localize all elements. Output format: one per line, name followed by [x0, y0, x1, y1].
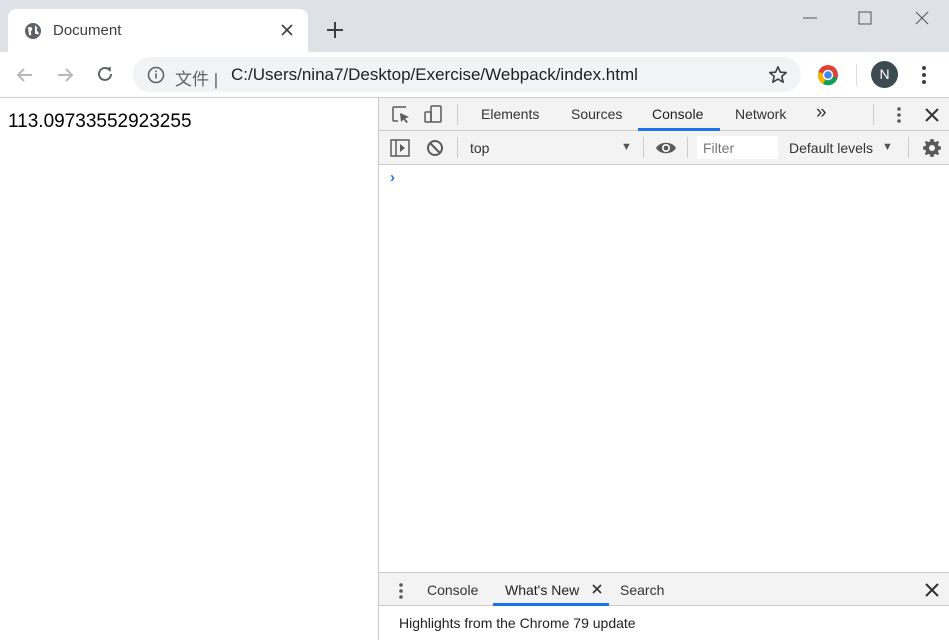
- tab-network[interactable]: Network: [735, 106, 786, 122]
- reload-icon[interactable]: [95, 64, 115, 84]
- dropdown-arrow-icon[interactable]: ▼: [621, 141, 632, 153]
- console-output[interactable]: ›: [379, 165, 949, 572]
- show-sidebar-icon[interactable]: [390, 139, 410, 157]
- gear-icon[interactable]: [922, 138, 942, 158]
- page-output-text: 113.09733552923255: [8, 111, 192, 132]
- more-tabs-chevron-icon[interactable]: »: [816, 102, 827, 124]
- whats-new-headline[interactable]: Highlights from the Chrome 79 update: [399, 615, 636, 631]
- divider: [908, 137, 909, 158]
- devtools-panel: Elements Sources Console Network » top ▼…: [378, 98, 949, 640]
- device-toolbar-icon[interactable]: [423, 104, 443, 124]
- divider: [687, 137, 688, 158]
- clear-console-icon[interactable]: [426, 139, 444, 157]
- globe-icon: [24, 22, 42, 40]
- close-icon[interactable]: [279, 22, 295, 38]
- close-drawer-icon[interactable]: [925, 583, 939, 597]
- tab-title: Document: [53, 22, 122, 39]
- tab-elements[interactable]: Elements: [481, 106, 539, 122]
- page-viewport: 113.09733552923255: [0, 98, 378, 640]
- drawer-tab-bar: Console What's New Search: [379, 572, 949, 606]
- more-vert-icon[interactable]: [896, 106, 902, 124]
- inspect-element-icon[interactable]: [391, 105, 411, 125]
- tab-sources[interactable]: Sources: [571, 106, 622, 122]
- divider: [457, 137, 458, 158]
- chrome-extension-icon[interactable]: [817, 64, 839, 86]
- close-icon[interactable]: [592, 584, 602, 594]
- minimize-icon[interactable]: [800, 10, 820, 26]
- console-toolbar: top ▼ Default levels ▼: [379, 131, 949, 165]
- console-prompt-chevron[interactable]: ›: [390, 169, 395, 186]
- devtools-tab-bar: Elements Sources Console Network »: [379, 98, 949, 131]
- log-levels-dropdown[interactable]: Default levels: [789, 140, 873, 156]
- drawer-tab-whats-new[interactable]: What's New: [505, 582, 579, 598]
- drawer-tab-search[interactable]: Search: [620, 582, 664, 598]
- drawer-tab-console[interactable]: Console: [427, 582, 478, 598]
- divider: [643, 137, 644, 158]
- filter-input[interactable]: [697, 136, 778, 159]
- star-icon[interactable]: [768, 65, 788, 85]
- context-selector[interactable]: top: [470, 140, 489, 156]
- profile-avatar[interactable]: N: [871, 61, 898, 88]
- address-bar[interactable]: 文件 | C:/Users/nina7/Desktop/Exercise/Web…: [133, 57, 801, 92]
- divider: [873, 104, 874, 125]
- plus-icon[interactable]: [325, 20, 345, 40]
- title-bar: Document: [0, 0, 949, 52]
- browser-tab[interactable]: Document: [8, 9, 308, 52]
- browser-toolbar: 文件 | C:/Users/nina7/Desktop/Exercise/Web…: [0, 52, 949, 98]
- drawer-content: Highlights from the Chrome 79 update: [379, 606, 949, 640]
- toolbar-divider: [856, 64, 857, 86]
- forward-arrow-icon[interactable]: [55, 65, 75, 85]
- scheme-label: 文件 |: [175, 70, 219, 89]
- window-close-icon[interactable]: [912, 8, 932, 28]
- more-vert-icon[interactable]: [398, 582, 404, 600]
- tab-console[interactable]: Console: [652, 106, 703, 122]
- dropdown-arrow-icon[interactable]: ▼: [882, 141, 893, 153]
- divider: [457, 104, 458, 125]
- url-text[interactable]: C:/Users/nina7/Desktop/Exercise/Webpack/…: [231, 65, 638, 85]
- info-icon[interactable]: [147, 66, 165, 84]
- maximize-icon[interactable]: [855, 8, 875, 28]
- eye-icon[interactable]: [655, 140, 677, 156]
- more-vert-icon[interactable]: [921, 65, 927, 85]
- back-arrow-icon[interactable]: [15, 65, 35, 85]
- close-devtools-icon[interactable]: [925, 108, 939, 122]
